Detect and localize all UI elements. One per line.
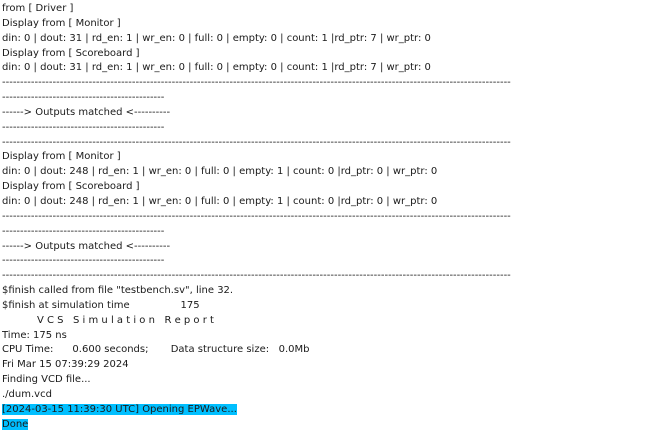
console-line: Display from [ Scoreboard ]: [2, 47, 140, 59]
console-line: Display from [ Scoreboard ]: [2, 181, 140, 193]
console-line: Time: 175 ns: [2, 329, 67, 341]
console-output: from [ Driver ] Display from [ Monitor ]…: [2, 2, 666, 432]
console-line: from [ Driver ]: [2, 3, 74, 14]
report-title: V C S S i m u l a t i o n R e p o r t: [2, 314, 214, 326]
console-line: Display from [ Monitor ]: [2, 151, 121, 163]
console-line: $finish at simulation time 175: [2, 299, 200, 311]
console-line: $finish called from file "testbench.sv",…: [2, 285, 234, 297]
separator-line: ----------------------------------------…: [2, 210, 511, 222]
separator-line: ----------------------------------------…: [2, 136, 511, 148]
done-text: Done: [2, 418, 29, 430]
separator-line: ----------------------------------------…: [2, 225, 165, 237]
console-line: din: 0 | dout: 31 | rd_en: 1 | wr_en: 0 …: [2, 32, 431, 44]
console-line: din: 0 | dout: 248 | rd_en: 1 | wr_en: 0…: [2, 166, 438, 178]
match-message: ------> Outputs matched <----------: [2, 240, 171, 252]
console-line: ./dum.vcd: [2, 388, 52, 400]
separator-line: ----------------------------------------…: [2, 270, 511, 282]
separator-line: ----------------------------------------…: [2, 121, 165, 133]
separator-line: ----------------------------------------…: [2, 255, 165, 267]
separator-line: ----------------------------------------…: [2, 92, 165, 104]
match-message: ------> Outputs matched <----------: [2, 106, 171, 118]
console-line: Finding VCD file...: [2, 374, 91, 386]
epwave-status-text: [2024-03-15 11:39:30 UTC] Opening EPWave…: [2, 403, 237, 415]
separator-line: ----------------------------------------…: [2, 77, 511, 89]
console-line: Fri Mar 15 07:39:29 2024: [2, 359, 129, 371]
console-line: Display from [ Monitor ]: [2, 17, 121, 29]
console-line: din: 0 | dout: 248 | rd_en: 1 | wr_en: 0…: [2, 195, 438, 207]
console-line: CPU Time: 0.600 seconds; Data structure …: [2, 344, 310, 356]
done-line: Done: [2, 418, 666, 433]
console-line: din: 0 | dout: 31 | rd_en: 1 | wr_en: 0 …: [2, 62, 431, 74]
epwave-status-line: [2024-03-15 11:39:30 UTC] Opening EPWave…: [2, 403, 666, 418]
